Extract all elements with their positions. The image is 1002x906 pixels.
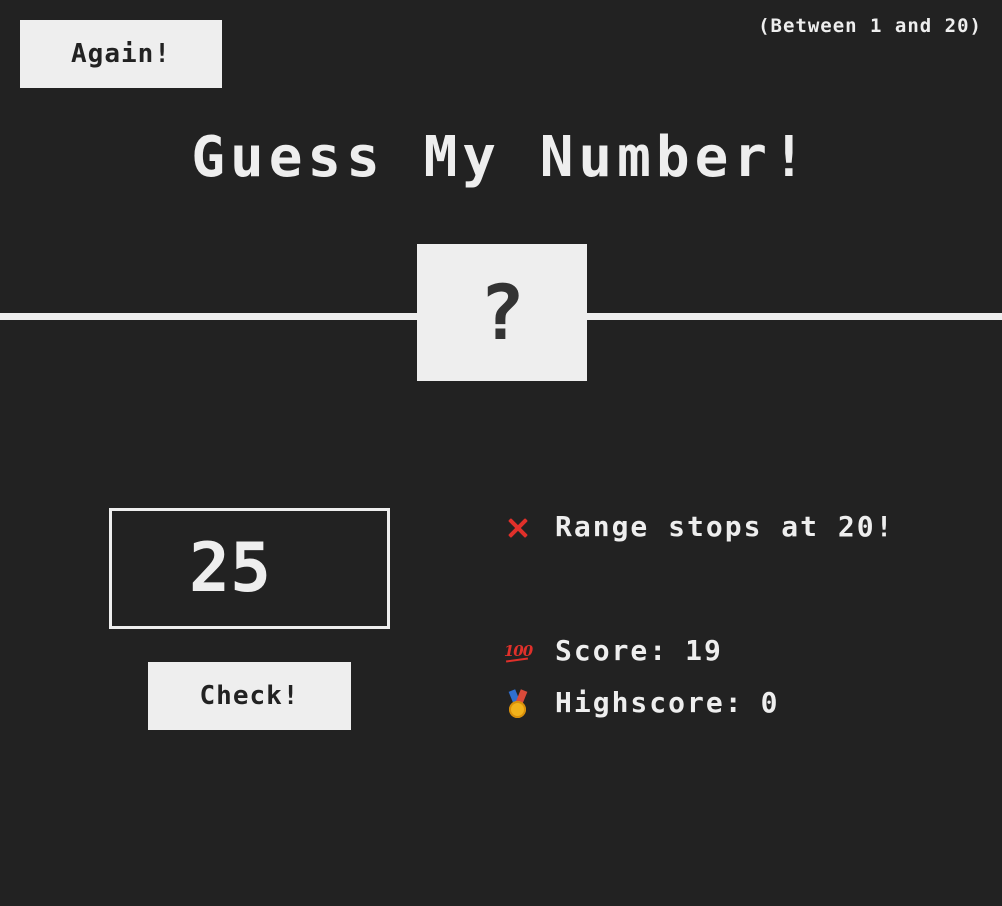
message-row: Range stops at 20! <box>503 510 894 543</box>
secret-number: ? <box>479 268 525 357</box>
again-button[interactable]: Again! <box>20 20 222 88</box>
secret-number-box: ? <box>417 244 587 381</box>
score-row: 100 Score: 19 <box>503 634 723 667</box>
hundred-points-icon: 100 <box>503 636 533 666</box>
message-text: Range stops at 20! <box>555 510 895 543</box>
cross-mark-icon <box>503 512 533 542</box>
guess-input[interactable] <box>109 508 390 629</box>
highscore-row: Highscore: 0 <box>503 686 779 719</box>
medal-icon <box>503 688 533 718</box>
page-title: Guess My Number! <box>191 125 811 190</box>
range-hint: (Between 1 and 20) <box>758 15 982 37</box>
score-label: Score: <box>555 634 669 667</box>
highscore-label: Highscore: <box>555 686 744 719</box>
check-button[interactable]: Check! <box>148 662 351 730</box>
score-value: 19 <box>685 634 723 667</box>
highscore-value: 0 <box>760 686 780 719</box>
